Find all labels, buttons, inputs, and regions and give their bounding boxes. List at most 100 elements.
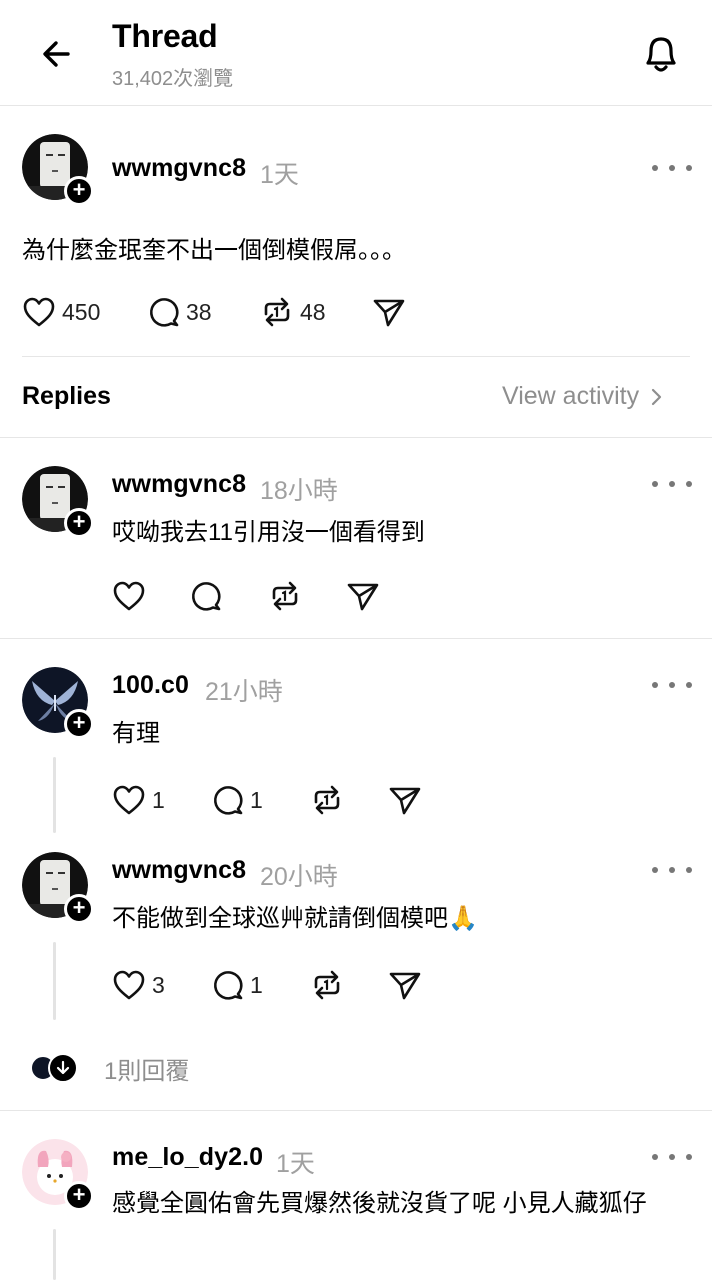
follow-plus-button[interactable]: +: [64, 1181, 94, 1211]
more-options-button[interactable]: [652, 1147, 692, 1167]
like-button[interactable]: 3: [112, 967, 165, 1003]
reply-item: + 100.c0 21小時 有理 1 1: [0, 639, 712, 834]
plus-icon: +: [72, 895, 86, 920]
send-icon: [389, 972, 421, 1000]
thread-line: [53, 1229, 56, 1280]
reply-time: 18小時: [260, 477, 338, 505]
follow-plus-button[interactable]: +: [64, 894, 94, 924]
heart-icon: [113, 970, 145, 1000]
reply-username[interactable]: wwmgvnc8: [112, 856, 246, 885]
more-options-button[interactable]: [652, 675, 692, 695]
follow-plus-button[interactable]: +: [64, 709, 94, 739]
dot-icon: [669, 867, 675, 873]
send-icon: [347, 583, 379, 611]
repost-icon: [314, 970, 340, 1000]
reply-item: + me_lo_dy2.0 1天 感覺全圓佑會先買爆然後就沒貨了呢 小見人藏狐仔: [0, 1111, 712, 1280]
share-button[interactable]: [346, 578, 380, 614]
arrow-down-icon: [48, 1053, 78, 1083]
reply-text: 感覺全圓佑會先買爆然後就沒貨了呢 小見人藏狐仔: [112, 1190, 647, 1217]
plus-icon: +: [72, 710, 86, 735]
thread-line: [53, 757, 56, 833]
comment-button[interactable]: 1: [212, 782, 263, 818]
reply-text: 有理: [112, 720, 160, 747]
show-more-replies[interactable]: 1則回覆: [30, 1046, 189, 1090]
dot-icon: [686, 481, 692, 487]
dot-icon: [669, 165, 675, 171]
share-button[interactable]: [372, 294, 406, 330]
dot-icon: [652, 481, 658, 487]
more-options-button[interactable]: [652, 860, 692, 880]
post-time: 1天: [260, 161, 299, 189]
reply-text: 哎呦我去11引用沒一個看得到: [112, 519, 425, 546]
divider: [22, 356, 690, 357]
repost-count: 48: [300, 298, 326, 325]
reply-username[interactable]: me_lo_dy2.0: [112, 1143, 263, 1172]
share-button[interactable]: [388, 782, 422, 818]
plus-icon: +: [72, 177, 86, 202]
repost-button[interactable]: [310, 967, 344, 1003]
view-activity-label: View activity: [502, 382, 640, 410]
dot-icon: [652, 1154, 658, 1160]
follow-plus-button[interactable]: +: [64, 508, 94, 538]
comment-button[interactable]: 1: [212, 967, 263, 1003]
reply-item: + wwmgvnc8 18小時 哎呦我去11引用沒一個看得到: [0, 438, 712, 638]
main-post: + wwmgvnc8 1天 為什麼金珉奎不出一個倒模假屌。。。 450 38 4…: [0, 106, 712, 358]
follow-plus-button[interactable]: +: [64, 176, 94, 206]
repost-icon: [264, 297, 290, 327]
like-button[interactable]: 1: [112, 782, 165, 818]
heart-icon: [113, 581, 145, 611]
heart-icon: [23, 297, 55, 327]
dot-icon: [652, 165, 658, 171]
more-options-button[interactable]: [652, 158, 692, 178]
post-username[interactable]: wwmgvnc8: [112, 154, 246, 183]
plus-icon: +: [72, 509, 86, 534]
notification-button[interactable]: [636, 28, 686, 78]
page-title: Thread: [112, 18, 218, 54]
repost-button[interactable]: [310, 782, 344, 818]
share-button[interactable]: [388, 967, 422, 1003]
comment-count: 1: [250, 971, 263, 998]
more-options-button[interactable]: [652, 474, 692, 494]
like-count: 3: [152, 971, 165, 998]
more-replies-label: 1則回覆: [104, 1057, 190, 1085]
plus-icon: +: [72, 1182, 86, 1207]
heart-icon: [113, 785, 145, 815]
repost-button[interactable]: 48: [260, 294, 326, 330]
comment-button[interactable]: 38: [148, 294, 212, 330]
view-count: 31,402次瀏覽: [112, 68, 234, 90]
thread-line: [53, 942, 56, 1020]
chevron-right-icon: [651, 388, 662, 405]
comment-count: 1: [250, 786, 263, 813]
top-bar: Thread 31,402次瀏覽: [0, 0, 712, 106]
dot-icon: [686, 1154, 692, 1160]
back-button[interactable]: [30, 30, 82, 78]
send-icon: [389, 787, 421, 815]
like-button[interactable]: [112, 578, 146, 614]
reply-time: 1天: [276, 1150, 315, 1178]
bell-icon: [646, 37, 676, 72]
like-button[interactable]: 450: [22, 294, 100, 330]
like-count: 450: [62, 298, 101, 325]
comment-count: 38: [186, 298, 212, 325]
repost-button[interactable]: [268, 578, 302, 614]
reply-username[interactable]: 100.c0: [112, 671, 189, 700]
reply-username[interactable]: wwmgvnc8: [112, 470, 246, 499]
comment-button[interactable]: [190, 578, 222, 614]
view-activity-link[interactable]: View activity: [502, 382, 667, 411]
comment-icon: [213, 786, 243, 815]
arrow-left-icon: [43, 41, 70, 67]
replies-header: Replies: [22, 382, 111, 410]
dot-icon: [652, 867, 658, 873]
dot-icon: [686, 867, 692, 873]
reply-time: 21小時: [205, 678, 283, 706]
send-icon: [373, 299, 405, 327]
reply-item: + wwmgvnc8 20小時 不能做到全球巡艸就請倒個模吧🙏 3 1: [0, 824, 712, 1024]
like-count: 1: [152, 786, 165, 813]
comment-icon: [149, 298, 179, 327]
dot-icon: [686, 165, 692, 171]
comment-icon: [213, 971, 243, 1000]
comment-icon: [191, 582, 221, 611]
reply-time: 20小時: [260, 863, 338, 891]
dot-icon: [652, 682, 658, 688]
dot-icon: [686, 682, 692, 688]
